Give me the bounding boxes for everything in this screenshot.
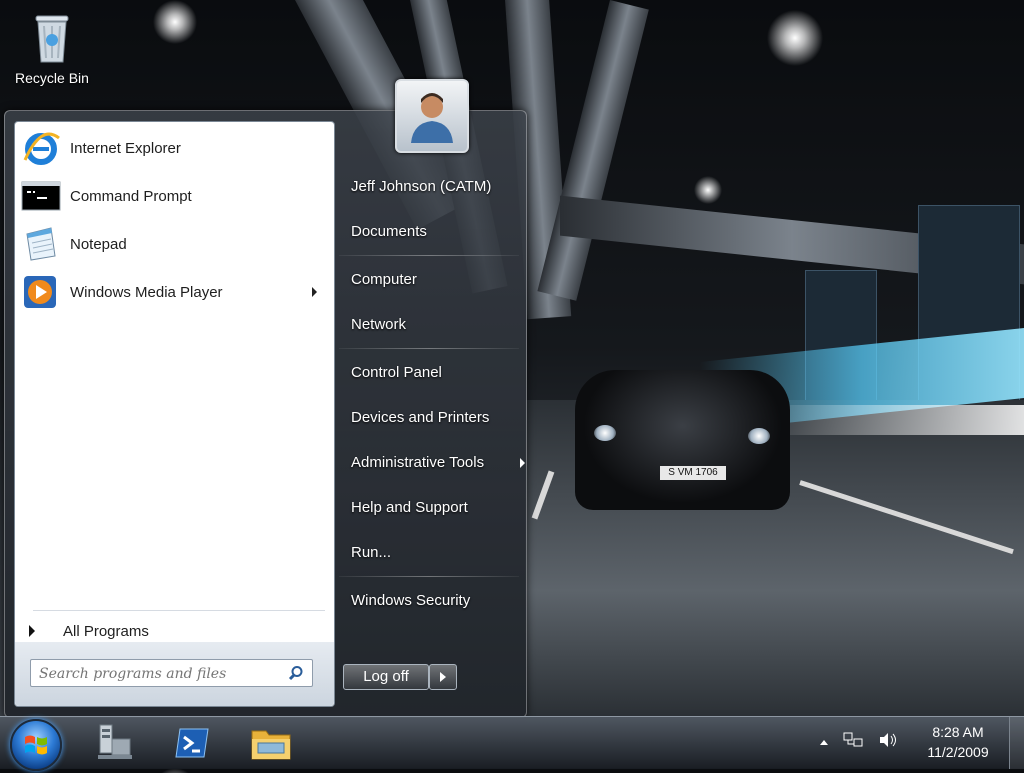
program-label: Notepad bbox=[70, 235, 127, 253]
program-label: Command Prompt bbox=[70, 187, 192, 205]
search-area bbox=[15, 642, 334, 706]
log-off-button[interactable]: Log off bbox=[343, 664, 429, 690]
help-and-support-item[interactable]: Help and Support bbox=[339, 491, 531, 525]
right-item-label: Help and Support bbox=[351, 499, 468, 516]
internet-explorer-icon bbox=[21, 130, 61, 166]
server-manager-button[interactable] bbox=[94, 721, 140, 765]
wallpaper-car bbox=[575, 370, 790, 510]
show-desktop-button[interactable] bbox=[1009, 717, 1024, 769]
wallpaper-plate: S VM 1706 bbox=[660, 466, 726, 480]
all-programs-button[interactable]: All Programs bbox=[21, 618, 149, 644]
clock-date: 11/2/2009 bbox=[927, 744, 989, 760]
windows-security-item[interactable]: Windows Security bbox=[339, 584, 531, 618]
documents-item[interactable]: Documents bbox=[339, 215, 531, 249]
divider bbox=[339, 576, 519, 577]
expand-arrow-icon bbox=[29, 625, 35, 637]
windows-explorer-button[interactable] bbox=[248, 721, 294, 765]
computer-item[interactable]: Computer bbox=[339, 263, 531, 297]
right-item-label: Documents bbox=[351, 223, 427, 240]
program-command-prompt[interactable]: Command Prompt bbox=[17, 174, 329, 218]
control-panel-item[interactable]: Control Panel bbox=[339, 356, 531, 390]
program-label: Internet Explorer bbox=[70, 139, 181, 157]
network-item[interactable]: Network bbox=[339, 308, 531, 342]
user-name-item[interactable]: Jeff Johnson (CATM) bbox=[339, 170, 531, 204]
show-hidden-icons-icon[interactable] bbox=[820, 739, 828, 745]
user-picture[interactable] bbox=[395, 79, 469, 153]
program-notepad[interactable]: Notepad bbox=[17, 222, 329, 266]
clock[interactable]: 8:28 AM 11/2/2009 bbox=[912, 722, 1004, 762]
taskbar: 8:28 AM 11/2/2009 bbox=[0, 716, 1024, 771]
divider bbox=[339, 255, 519, 256]
recycle-bin-desktop-icon[interactable]: Recycle Bin bbox=[8, 10, 96, 86]
devices-and-printers-item[interactable]: Devices and Printers bbox=[339, 401, 531, 435]
right-item-label: Network bbox=[351, 316, 407, 333]
recycle-bin-icon bbox=[30, 10, 74, 66]
all-programs-label: All Programs bbox=[63, 622, 149, 640]
recycle-bin-label: Recycle Bin bbox=[15, 70, 89, 86]
network-icon[interactable] bbox=[842, 731, 864, 753]
program-internet-explorer[interactable]: Internet Explorer bbox=[17, 126, 329, 170]
start-menu-programs-pane: Internet Explorer Command Prompt Notepad… bbox=[14, 121, 335, 707]
right-item-label: Devices and Printers bbox=[351, 409, 490, 426]
arrow-right-icon bbox=[440, 672, 446, 682]
powershell-button[interactable] bbox=[170, 721, 216, 765]
search-input[interactable] bbox=[37, 663, 281, 685]
run-item[interactable]: Run... bbox=[339, 536, 531, 570]
system-tray bbox=[820, 727, 898, 757]
media-player-icon bbox=[21, 274, 61, 310]
powershell-icon bbox=[175, 728, 209, 758]
command-prompt-icon bbox=[21, 178, 61, 214]
clock-time: 8:28 AM bbox=[932, 724, 984, 740]
divider bbox=[339, 348, 519, 349]
right-item-label: Run... bbox=[351, 544, 392, 561]
volume-icon[interactable] bbox=[878, 731, 898, 753]
right-item-label: Computer bbox=[351, 271, 417, 288]
right-item-label: Administrative Tools bbox=[351, 454, 485, 471]
divider bbox=[33, 610, 325, 611]
program-label: Windows Media Player bbox=[70, 283, 223, 301]
server-manager-icon bbox=[98, 724, 132, 759]
windows-logo-icon bbox=[25, 735, 47, 755]
start-menu: Internet Explorer Command Prompt Notepad… bbox=[4, 79, 527, 718]
submenu-arrow-icon bbox=[520, 458, 525, 468]
right-item-label: Jeff Johnson (CATM) bbox=[351, 178, 492, 195]
right-item-label: Control Panel bbox=[351, 364, 442, 381]
folder-icon bbox=[251, 730, 291, 760]
search-box[interactable] bbox=[30, 659, 313, 687]
start-button[interactable] bbox=[10, 719, 62, 771]
administrative-tools-item[interactable]: Administrative Tools bbox=[339, 446, 531, 480]
program-windows-media-player[interactable]: Windows Media Player bbox=[17, 270, 329, 314]
notepad-icon bbox=[21, 226, 61, 262]
right-item-label: Windows Security bbox=[351, 592, 471, 609]
search-icon[interactable] bbox=[288, 665, 304, 685]
shutdown-options-button[interactable] bbox=[429, 664, 457, 690]
submenu-arrow-icon[interactable] bbox=[312, 287, 317, 297]
